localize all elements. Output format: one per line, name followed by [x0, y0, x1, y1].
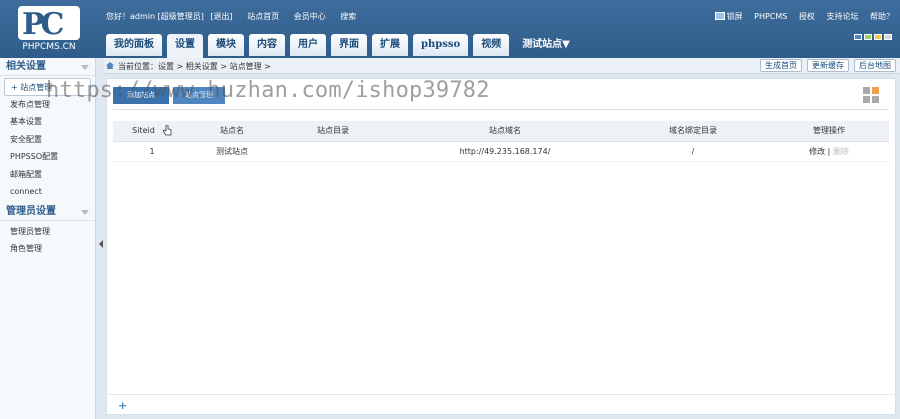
edit-link[interactable]: 修改 [809, 147, 825, 156]
section-title: 相关设置 [6, 61, 46, 72]
logo[interactable]: PC PHPCMS.CN [14, 6, 84, 54]
greeting: 您好！admin [超级管理员] [106, 12, 204, 21]
table-row: 1 测试站点 http://49.235.168.174/ / 修改 | 删除 [113, 141, 889, 162]
table-header-row: Siteid 站点名 站点目录 站点域名 域名绑定目录 管理操作 [113, 121, 889, 142]
skin-green[interactable] [864, 34, 872, 40]
sidebar-section-related-settings[interactable]: 相关设置 [0, 58, 95, 76]
col-site-domain: 站点域名 [393, 121, 617, 142]
help-link[interactable]: 帮助？ [870, 12, 894, 21]
sidebar-section-admin-settings[interactable]: 管理员设置 [0, 203, 95, 221]
divider [113, 109, 889, 110]
skin-switcher [852, 33, 892, 42]
col-site-dir: 站点目录 [273, 121, 393, 142]
cell-bind-dir: / [617, 141, 769, 162]
breadcrumb-bar: 当前位置：设置 > 相关设置 > 站点管理 > 生成首页 更新缓存 后台地图 [104, 58, 900, 74]
license-link[interactable]: 授权 [799, 12, 815, 21]
col-siteid: Siteid [113, 121, 191, 142]
member-center-link[interactable]: 会员中心 [294, 12, 326, 21]
logo-text: PHPCMS.CN [22, 42, 76, 52]
tab-settings[interactable]: 设置 [167, 34, 203, 58]
quick-actions: 生成首页 更新缓存 后台地图 [755, 59, 896, 72]
header: PC PHPCMS.CN 您好！admin [超级管理员] [退出] 站点首页 … [0, 0, 900, 58]
admin-map-button[interactable]: 后台地图 [854, 59, 896, 72]
tab-my-panel[interactable]: 我的面板 [106, 34, 162, 56]
logo-mark: PC [18, 6, 80, 42]
site-home-link[interactable]: 站点首页 [247, 12, 279, 21]
col-bind-dir: 域名绑定目录 [617, 121, 769, 142]
grid-view-icon[interactable] [863, 87, 881, 104]
collapse-arrow-icon [81, 65, 89, 70]
phpcms-link[interactable]: PHPCMS [754, 12, 787, 21]
skin-gray[interactable] [884, 34, 892, 40]
update-cache-button[interactable]: 更新缓存 [807, 59, 849, 72]
tab-users[interactable]: 用户 [290, 34, 326, 56]
tab-extend[interactable]: 扩展 [372, 34, 408, 56]
top-right-links: 锁屏 PHPCMS 授权 支持论坛 帮助？ [706, 11, 894, 22]
tab-video[interactable]: 视频 [473, 34, 510, 56]
tab-modules[interactable]: 模块 [208, 34, 244, 56]
home-icon [106, 62, 114, 69]
top-links: 您好！admin [超级管理员] [退出] 站点首页 会员中心 搜索 [106, 11, 368, 22]
site-table: Siteid 站点名 站点目录 站点域名 域名绑定目录 管理操作 1 测试站点 … [113, 121, 889, 162]
lock-screen-label: 锁屏 [726, 12, 743, 21]
cell-site-domain: http://49.235.168.174/ [393, 141, 617, 162]
action-separator: | [827, 146, 831, 156]
delete-link[interactable]: 删除 [833, 147, 849, 156]
expand-plus-icon[interactable]: + [118, 399, 127, 412]
sidebar-collapse-icon[interactable] [99, 240, 104, 248]
sidebar-item-admin-management[interactable]: 管理员管理 [0, 223, 95, 241]
cell-actions: 修改 | 删除 [769, 141, 889, 162]
search-link[interactable]: 搜索 [340, 12, 356, 21]
col-site-name: 站点名 [191, 121, 273, 142]
sidebar-item-mail-config[interactable]: 邮箱配置 [0, 166, 95, 184]
forum-link[interactable]: 支持论坛 [826, 12, 858, 21]
footer-divider [106, 394, 896, 395]
sidebar-item-connect[interactable]: connect [0, 183, 95, 201]
cell-site-dir [273, 141, 393, 162]
main-tabs: 我的面板 设置 模块 内容 用户 界面 扩展 phpsso 视频 测试站点▼ [106, 34, 583, 58]
site-switcher[interactable]: 测试站点▼ [514, 34, 578, 56]
sidebar-item-security[interactable]: 安全配置 [0, 131, 95, 149]
sidebar-item-role-management[interactable]: 角色管理 [0, 240, 95, 258]
tab-content[interactable]: 内容 [249, 34, 285, 56]
cell-site-name: 测试站点 [191, 141, 273, 162]
breadcrumb: 当前位置：设置 > 相关设置 > 站点管理 > [118, 62, 271, 71]
generate-homepage-button[interactable]: 生成首页 [760, 59, 802, 72]
col-label: Siteid [132, 126, 155, 136]
lock-screen-icon [714, 12, 725, 20]
collapse-arrow-icon [81, 209, 89, 215]
sidebar-menu-admin: 管理员管理 角色管理 [0, 221, 95, 260]
skin-yellow[interactable] [874, 34, 882, 40]
tab-phpsso[interactable]: phpsso [413, 34, 469, 56]
logout-link[interactable]: [退出] [210, 12, 232, 21]
watermark: https://www.huzhan.com/ishop39782 [46, 78, 490, 103]
cell-siteid: 1 [113, 141, 191, 162]
section-title: 管理员设置 [6, 205, 56, 217]
sidebar-item-basic-settings[interactable]: 基本设置 [0, 113, 95, 131]
col-actions: 管理操作 [769, 121, 889, 142]
mouse-pointer-icon [162, 125, 172, 136]
sidebar: 相关设置 + 站点管理 发布点管理 基本设置 安全配置 PHPSSO配置 邮箱配… [0, 58, 96, 419]
lock-screen-link[interactable]: 锁屏 [714, 12, 743, 21]
skin-blue[interactable] [854, 34, 862, 40]
content-panel: 添加站点 站点管理 Siteid 站点名 站点目录 站点域名 域名绑定目录 管理… [106, 78, 896, 415]
tab-interface[interactable]: 界面 [331, 34, 367, 56]
sidebar-item-phpsso-config[interactable]: PHPSSO配置 [0, 148, 95, 166]
